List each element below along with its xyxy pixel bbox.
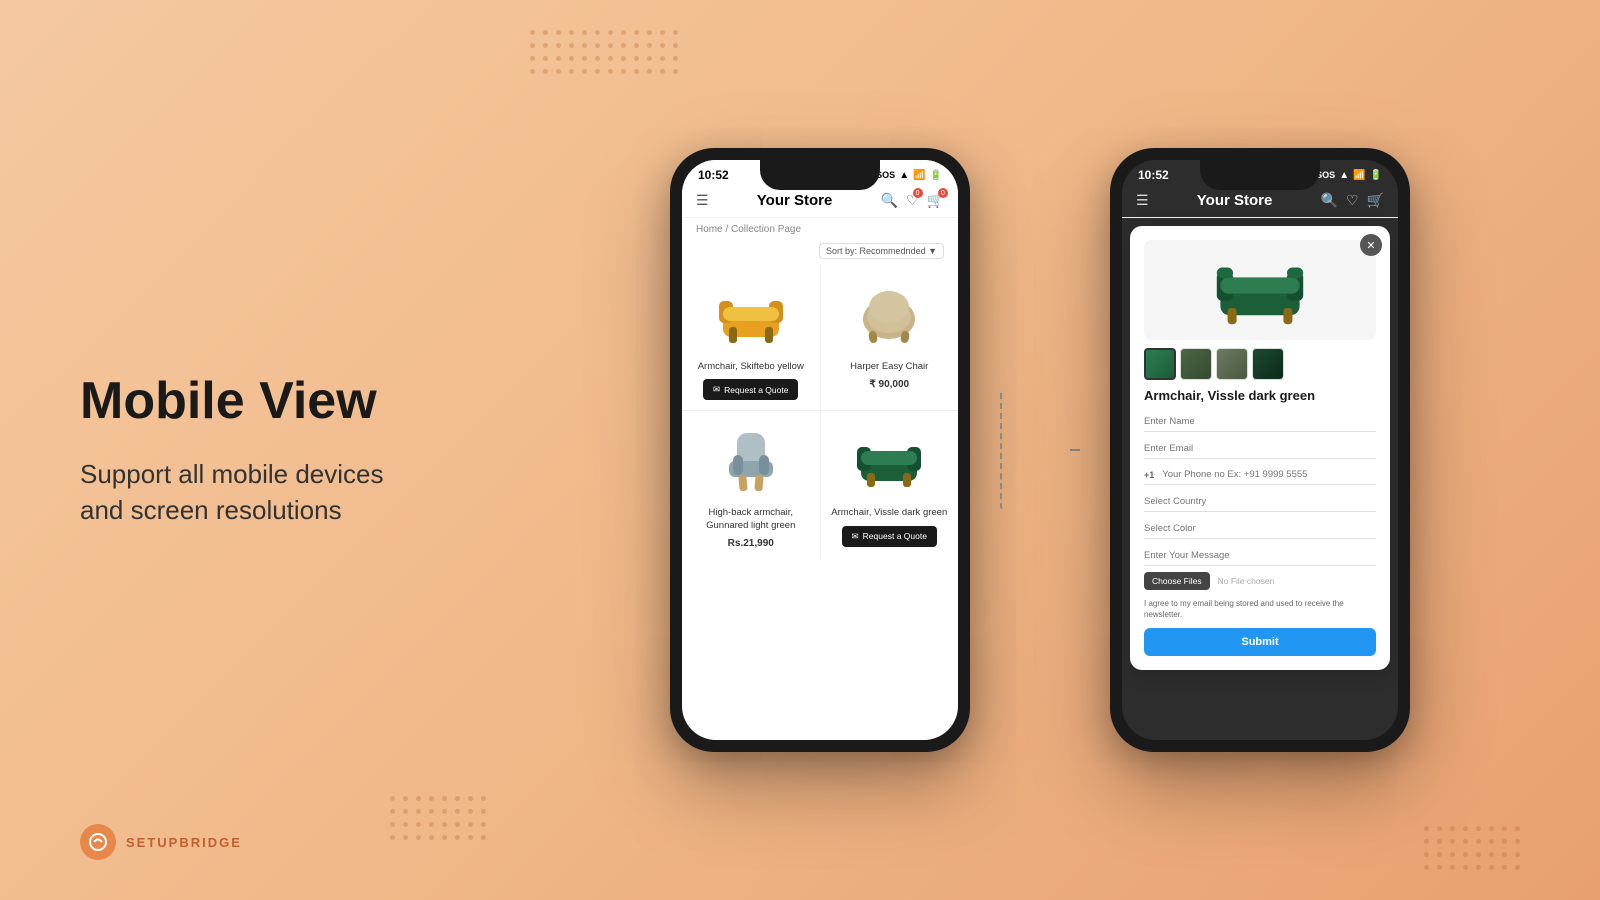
- product-card-1: Armchair, Skiftebo yellow ✉ Request a Qu…: [682, 265, 820, 410]
- brand-logo: SETUPBRIDGE: [80, 824, 242, 860]
- product-price-3: Rs.21,990: [728, 538, 774, 549]
- product-modal: ✕: [1130, 226, 1390, 670]
- phone-2-screen: 10:52 SOS ▲ 📶 🔋 ☰ Your Store 🔍 ♡ 🛒: [1122, 160, 1398, 740]
- phone-2: 10:52 SOS ▲ 📶 🔋 ☰ Your Store 🔍 ♡ 🛒: [1110, 148, 1410, 752]
- choose-files-button[interactable]: Choose Files: [1144, 572, 1210, 590]
- chair-beige-img: [853, 279, 925, 351]
- phones-container: 10:52 SOS ▲ 📶 🔋 ☰ Your Store 🔍 ♡0 🛒0: [480, 128, 1600, 772]
- product-img-2: [831, 275, 949, 355]
- file-label: No File chosen: [1218, 576, 1275, 586]
- form-file-row: Choose Files No File chosen: [1144, 572, 1376, 590]
- sub-title: Support all mobile devicesand screen res…: [80, 456, 420, 529]
- phone1-wifi-icon: 📶: [913, 170, 925, 181]
- dots-decoration-bottom-left: [390, 796, 486, 840]
- brand-name-text: SETUPBRIDGE: [126, 835, 242, 850]
- form-email-input[interactable]: [1144, 439, 1376, 459]
- phone-2-notch: [1200, 160, 1320, 190]
- product-img-4: [831, 421, 949, 501]
- consent-text: I agree to my email being stored and use…: [1144, 598, 1376, 620]
- chair-green-img: [853, 425, 925, 497]
- phone1-signal-icon: ▲: [899, 170, 909, 181]
- email-icon-4: ✉: [852, 531, 859, 542]
- product-name-1: Armchair, Skiftebo yellow: [698, 361, 804, 373]
- phone-1-notch: [760, 160, 880, 190]
- phone2-battery-icon: 🔋: [1370, 170, 1382, 181]
- phone2-cart-icon[interactable]: 🛒: [1367, 192, 1384, 209]
- country-code: +1: [1144, 466, 1158, 484]
- phone1-store-title: Your Store: [757, 192, 833, 209]
- phone2-wishlist-icon[interactable]: ♡: [1346, 192, 1359, 209]
- phone-1-screen: 10:52 SOS ▲ 📶 🔋 ☰ Your Store 🔍 ♡0 🛒0: [682, 160, 958, 740]
- connector-arrow: [1070, 449, 1080, 451]
- form-phone-input[interactable]: [1162, 465, 1376, 484]
- product-name-4: Armchair, Vissle dark green: [831, 507, 947, 519]
- phone2-status-icons: SOS ▲ 📶 🔋: [1316, 170, 1382, 181]
- phone1-search-icon[interactable]: 🔍: [881, 192, 898, 209]
- modal-close-button[interactable]: ✕: [1360, 234, 1382, 256]
- product-img-3: [692, 421, 810, 501]
- thumb-2[interactable]: [1180, 348, 1212, 380]
- form-phone-row: +1: [1144, 465, 1376, 485]
- phone1-status-icons: SOS ▲ 📶 🔋: [876, 170, 942, 181]
- phone1-battery-icon: 🔋: [930, 170, 942, 181]
- phone1-sort-select[interactable]: Sort by: Recommednded ▼: [819, 243, 944, 259]
- connector-line: [1000, 390, 1060, 510]
- chair-yellow-img: [715, 279, 787, 351]
- thumb-3[interactable]: [1216, 348, 1248, 380]
- phone1-cart-icon[interactable]: 🛒0: [927, 192, 944, 209]
- form-name-input[interactable]: [1144, 412, 1376, 432]
- left-section: Mobile View Support all mobile devicesan…: [0, 312, 480, 589]
- form-country-input[interactable]: [1144, 492, 1376, 512]
- phone1-breadcrumb: Home / Collection Page: [682, 218, 958, 239]
- email-icon-1: ✉: [713, 384, 720, 395]
- submit-button[interactable]: Submit: [1144, 628, 1376, 656]
- phone-1: 10:52 SOS ▲ 📶 🔋 ☰ Your Store 🔍 ♡0 🛒0: [670, 148, 970, 752]
- phone1-sort-bar: Sort by: Recommednded ▼: [682, 239, 958, 265]
- phone2-store-header: ☰ Your Store 🔍 ♡ 🛒: [1122, 186, 1398, 218]
- product-img-1: [692, 275, 810, 355]
- dots-decoration-bottom-right: [1424, 826, 1520, 870]
- thumb-4[interactable]: [1252, 348, 1284, 380]
- phone2-menu-icon[interactable]: ☰: [1136, 192, 1149, 209]
- dots-decoration-top: [530, 30, 678, 74]
- phone1-menu-icon[interactable]: ☰: [696, 192, 709, 209]
- breadcrumb-text: Home / Collection Page: [696, 224, 801, 235]
- phone1-wishlist-icon[interactable]: ♡0: [906, 192, 919, 209]
- phone2-signal-icon: ▲: [1339, 170, 1349, 181]
- brand-icon: [80, 824, 116, 860]
- product-quote-btn-4[interactable]: ✉ Request a Quote: [842, 526, 937, 547]
- form-message-input[interactable]: [1144, 546, 1376, 566]
- thumb-1[interactable]: [1144, 348, 1176, 380]
- phone1-product-grid: Armchair, Skiftebo yellow ✉ Request a Qu…: [682, 265, 958, 559]
- phone1-time: 10:52: [698, 168, 729, 182]
- product-card-4: Armchair, Vissle dark green ✉ Request a …: [821, 411, 959, 559]
- product-name-3: High-back armchair, Gunnared light green: [692, 507, 810, 532]
- chair-gray-img: [715, 425, 787, 497]
- phone2-time: 10:52: [1138, 168, 1169, 182]
- form-color-input[interactable]: [1144, 519, 1376, 539]
- modal-product-name: Armchair, Vissle dark green: [1144, 388, 1376, 403]
- product-card-3: High-back armchair, Gunnared light green…: [682, 411, 820, 559]
- product-quote-btn-1[interactable]: ✉ Request a Quote: [703, 379, 798, 400]
- product-price-2: ₹ 90,000: [869, 379, 909, 390]
- product-name-2: Harper Easy Chair: [850, 361, 928, 373]
- phone2-wifi-icon: 📶: [1353, 170, 1365, 181]
- product-card-2: Harper Easy Chair ₹ 90,000: [821, 265, 959, 410]
- phone2-store-title: Your Store: [1197, 192, 1273, 209]
- phone1-nav-row: Home / Collection Page Sort by: Recommed…: [682, 218, 958, 265]
- main-title: Mobile View: [80, 372, 420, 432]
- phone1-header-icons: 🔍 ♡0 🛒0: [881, 192, 944, 209]
- phone1-store-header: ☰ Your Store 🔍 ♡0 🛒0: [682, 186, 958, 218]
- phone2-search-icon[interactable]: 🔍: [1321, 192, 1338, 209]
- modal-thumbnails: [1144, 348, 1376, 380]
- modal-product-image: [1144, 240, 1376, 340]
- phone2-header-icons: 🔍 ♡ 🛒: [1321, 192, 1384, 209]
